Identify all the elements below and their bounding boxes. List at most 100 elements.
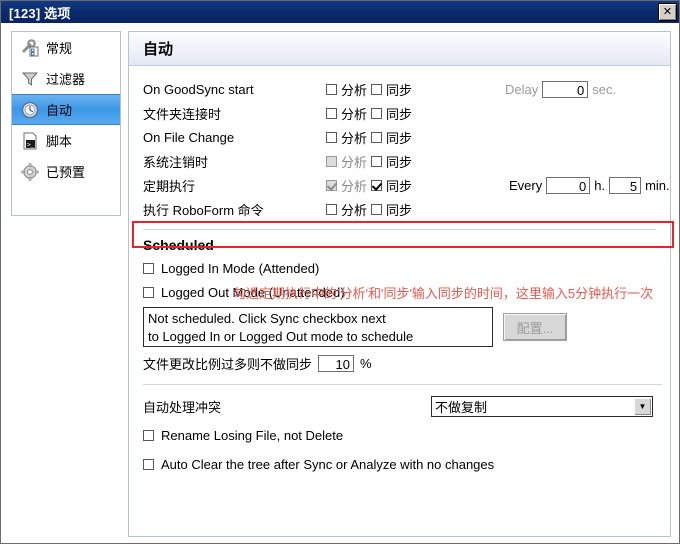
- svg-text:>_: >_: [27, 141, 35, 148]
- sidebar-item-label: 已预置: [46, 165, 86, 180]
- close-icon[interactable]: ✕: [658, 3, 677, 21]
- schedule-status-line2: to Logged In or Logged Out mode to sched…: [148, 329, 414, 344]
- change-limit-input[interactable]: 10: [318, 355, 355, 372]
- title-bar: [123] 选项 ✕: [1, 1, 679, 23]
- sidebar-item-general[interactable]: 常规: [12, 32, 120, 63]
- conflict-handling-value: 不做复制: [435, 400, 488, 415]
- trigger-checkbox-group: 分析 同步: [326, 152, 412, 171]
- delay-group: Delay 0 sec.: [505, 80, 617, 98]
- trigger-row: 执行 RoboForm 命令 分析 同步: [143, 197, 670, 221]
- analyze-label: 分析: [341, 82, 368, 98]
- sidebar-item-presets[interactable]: 已预置: [12, 156, 120, 187]
- analyze-label: 分析: [341, 178, 368, 194]
- sidebar-item-scripts[interactable]: >_ 脚本: [12, 125, 120, 156]
- rename-losing-file-label: Rename Losing File, not Delete: [161, 427, 344, 443]
- analyze-checkbox[interactable]: [326, 203, 337, 215]
- conflict-handling-row: 自动处理冲突 不做复制 ▼: [143, 396, 670, 417]
- analyze-checkbox[interactable]: [326, 107, 337, 119]
- rename-losing-file-row[interactable]: Rename Losing File, not Delete: [143, 424, 670, 446]
- trigger-row: On GoodSync start 分析 同步 Delay 0 sec.: [143, 77, 670, 101]
- schedule-status-box: Not scheduled. Click Sync checkbox next …: [143, 307, 493, 347]
- sync-label: 同步: [386, 178, 413, 194]
- panel-header: 自动: [129, 32, 670, 66]
- divider: [143, 384, 662, 385]
- sync-checkbox[interactable]: [371, 203, 383, 215]
- options-window: [123] 选项 ✕ 常规 过滤器 自动 >_ 脚本 已预置 自动 On Goo…: [0, 0, 680, 544]
- window-title: [123] 选项: [9, 5, 71, 21]
- every-hours-input[interactable]: 0: [546, 176, 591, 194]
- sync-label: 同步: [386, 106, 413, 122]
- trigger-checkbox-group: 分析 同步: [326, 104, 412, 123]
- sidebar-item-filters[interactable]: 过滤器: [12, 63, 120, 94]
- delay-label: Delay: [505, 81, 539, 97]
- sidebar: 常规 过滤器 自动 >_ 脚本 已预置: [11, 31, 121, 216]
- conflict-handling-select[interactable]: 不做复制 ▼: [431, 396, 653, 417]
- trigger-checkbox-group: 分析 同步: [326, 176, 412, 195]
- window-content: 常规 过滤器 自动 >_ 脚本 已预置 自动 On GoodSync start…: [1, 23, 679, 543]
- every-minutes-unit: min.: [645, 177, 670, 193]
- divider: [143, 229, 656, 230]
- logged-out-mode-checkbox[interactable]: [143, 286, 154, 298]
- sync-checkbox[interactable]: [371, 131, 383, 143]
- analyze-checkbox: [326, 155, 337, 167]
- analyze-label: 分析: [341, 154, 368, 170]
- rename-losing-file-checkbox[interactable]: [143, 429, 154, 441]
- trigger-label: 执行 RoboForm 命令: [143, 202, 264, 218]
- trigger-row: 系统注销时 分析 同步: [143, 149, 670, 173]
- every-label: Every: [509, 177, 543, 193]
- analyze-label: 分析: [341, 106, 368, 122]
- analyze-checkbox[interactable]: [326, 131, 337, 143]
- sidebar-item-label: 自动: [46, 103, 73, 118]
- trigger-checkbox-group: 分析 同步: [326, 128, 412, 147]
- analyze-label: 分析: [341, 202, 368, 218]
- delay-unit: sec.: [592, 81, 617, 97]
- sync-label: 同步: [386, 130, 413, 146]
- logged-in-mode-checkbox[interactable]: [143, 262, 154, 274]
- schedule-status-row: Not scheduled. Click Sync checkbox next …: [143, 307, 670, 347]
- change-limit-label: 文件更改比例过多则不做同步: [143, 357, 313, 372]
- sidebar-item-label: 脚本: [46, 134, 73, 149]
- delay-input[interactable]: 0: [542, 80, 589, 98]
- sync-label: 同步: [386, 82, 413, 98]
- trigger-label: 定期执行: [143, 178, 196, 194]
- wrench-icon: [21, 38, 39, 57]
- sync-checkbox[interactable]: [371, 155, 383, 167]
- sidebar-item-auto[interactable]: 自动: [12, 94, 120, 125]
- sync-checkbox[interactable]: [371, 179, 383, 191]
- configure-button: 配置...: [503, 313, 567, 341]
- gear-icon: [21, 162, 39, 181]
- auto-clear-tree-label: Auto Clear the tree after Sync or Analyz…: [161, 456, 495, 472]
- conflict-handling-label: 自动处理冲突: [143, 400, 222, 415]
- analyze-checkbox: [326, 179, 337, 191]
- trigger-row: On File Change 分析 同步: [143, 125, 670, 149]
- page-title: 自动: [143, 41, 174, 58]
- annotation-text: 勾选定期执行中的'分析'和'同步'输入同步的时间，这里输入5分钟执行一次: [233, 286, 654, 301]
- scheduled-title: Scheduled: [143, 237, 214, 253]
- sidebar-item-label: 过滤器: [46, 72, 86, 87]
- funnel-icon: [21, 70, 39, 88]
- analyze-checkbox[interactable]: [326, 83, 337, 95]
- trigger-label: On GoodSync start: [143, 81, 254, 97]
- chevron-down-icon[interactable]: ▼: [634, 398, 651, 415]
- change-limit-row: 文件更改比例过多则不做同步 10 %: [143, 354, 670, 373]
- sync-label: 同步: [386, 154, 413, 170]
- change-limit-unit: %: [360, 356, 372, 371]
- logged-in-mode-row[interactable]: Logged In Mode (Attended): [143, 257, 670, 279]
- clock-icon: [21, 101, 39, 119]
- script-icon: >_: [21, 132, 39, 150]
- trigger-label: 系统注销时: [143, 154, 209, 170]
- every-minutes-input[interactable]: 5: [609, 176, 642, 194]
- every-group: Every 0 h. 5 min.: [509, 176, 670, 194]
- schedule-status-line1: Not scheduled. Click Sync checkbox next: [148, 311, 386, 326]
- auto-clear-tree-checkbox[interactable]: [143, 458, 154, 470]
- auto-settings-panel: 自动 On GoodSync start 分析 同步 Delay 0 sec. …: [128, 31, 671, 537]
- trigger-label: On File Change: [143, 129, 235, 145]
- every-hours-unit: h.: [594, 177, 606, 193]
- trigger-checkbox-group: 分析 同步: [326, 80, 412, 99]
- sync-label: 同步: [386, 202, 413, 218]
- sync-checkbox[interactable]: [371, 107, 383, 119]
- sync-checkbox[interactable]: [371, 83, 383, 95]
- analyze-label: 分析: [341, 130, 368, 146]
- auto-clear-tree-row[interactable]: Auto Clear the tree after Sync or Analyz…: [143, 453, 670, 475]
- trigger-checkbox-group: 分析 同步: [326, 200, 412, 219]
